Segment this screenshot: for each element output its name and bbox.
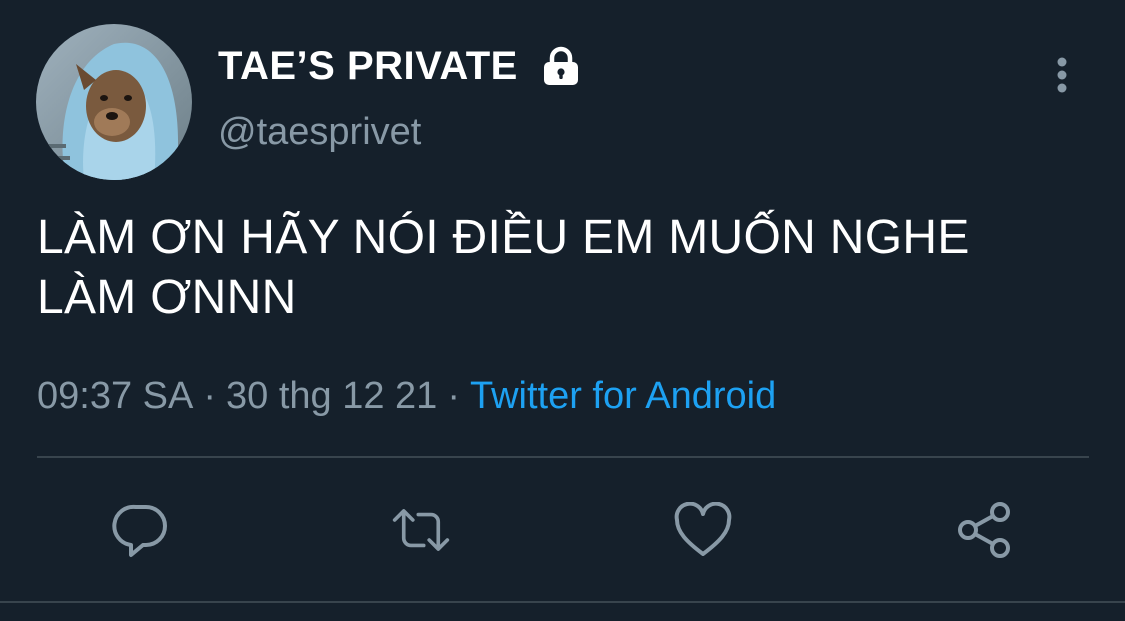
display-name[interactable]: TAE’S PRIVATE — [218, 42, 518, 90]
avatar[interactable] — [36, 24, 192, 180]
avatar-image — [36, 24, 192, 180]
retweet-icon — [392, 509, 450, 551]
retweet-button[interactable] — [391, 500, 451, 560]
user-name-row[interactable]: TAE’S PRIVATE — [218, 42, 582, 90]
tweet-meta: 09:37 SA · 30 thg 12 21 · Twitter for Androi… — [37, 372, 776, 420]
reply-button[interactable] — [111, 500, 171, 560]
action-bar — [0, 500, 1125, 560]
tweet-date: 30 thg 12 21 — [226, 375, 438, 417]
divider — [37, 456, 1089, 458]
heart-icon — [674, 502, 732, 556]
tweet-text: LÀM ƠN HÃY NÓI ĐIỀU EM MUỐN NGHE LÀM ƠNN… — [37, 208, 1097, 328]
more-vertical-icon[interactable] — [1048, 56, 1076, 96]
reply-icon — [112, 504, 167, 557]
share-button[interactable] — [954, 500, 1014, 560]
meta-separator: · — [447, 375, 460, 417]
tweet-text-line: LÀM ƠN HÃY NÓI ĐIỀU EM MUỐN NGHE — [37, 211, 970, 264]
tweet-time: 09:37 SA — [37, 375, 194, 417]
like-button[interactable] — [673, 500, 733, 560]
lock-icon — [543, 46, 578, 85]
divider — [0, 601, 1125, 603]
tweet-source-link[interactable]: Twitter for Android — [470, 375, 776, 417]
tweet-text-line: LÀM ƠNNN — [37, 271, 297, 324]
meta-separator: · — [203, 375, 216, 417]
user-handle[interactable]: @taesprivet — [218, 108, 421, 156]
share-icon — [958, 502, 1010, 558]
